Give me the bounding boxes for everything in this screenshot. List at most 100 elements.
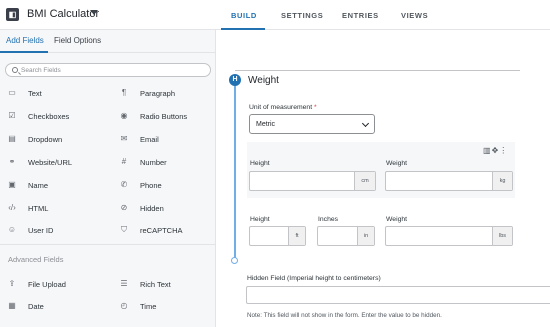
hidden-field[interactable]: [246, 286, 550, 307]
clock-icon: ◴: [120, 301, 128, 310]
field-sidebar: Add Fields Field Options ▭ Text ¶ Paragr…: [0, 30, 216, 327]
field-item-checkboxes[interactable]: ☑ Checkboxes: [7, 110, 102, 124]
field-item-html[interactable]: ‹/› HTML: [7, 202, 102, 216]
field-item-label: Time: [140, 302, 157, 311]
field-item-rich-text[interactable]: ☰ Rich Text: [119, 278, 214, 292]
paragraph-icon: ¶: [121, 88, 127, 97]
field-item-label: Checkboxes: [28, 112, 70, 121]
field-item-user-id[interactable]: ☺ User ID: [7, 224, 102, 238]
field-item-number[interactable]: # Number: [119, 156, 214, 170]
phone-icon: ✆: [120, 180, 128, 189]
tab-views[interactable]: VIEWS: [401, 11, 428, 20]
tab-build[interactable]: BUILD: [231, 11, 257, 20]
field-item-paragraph[interactable]: ¶ Paragraph: [119, 87, 214, 101]
field-item-email[interactable]: ✉ Email: [119, 133, 214, 147]
metric-height-field[interactable]: cm: [249, 171, 376, 191]
hidden-field-label: Hidden Field (Imperial height to centime…: [247, 275, 381, 282]
upload-icon: ⇪: [8, 279, 16, 288]
field-item-label: reCAPTCHA: [140, 226, 183, 235]
field-item-label: Paragraph: [140, 89, 176, 98]
tab-field-options[interactable]: Field Options: [54, 36, 101, 45]
imperial-height-label: Height: [250, 216, 270, 223]
tab-add-fields[interactable]: Add Fields: [6, 36, 44, 45]
unit-suffix: cm: [354, 172, 375, 190]
field-item-date[interactable]: ▦ Date: [7, 300, 102, 314]
imperial-weight-field[interactable]: lbs: [385, 226, 513, 246]
field-item-label: User ID: [28, 226, 54, 235]
metric-weight-label: Weight: [386, 160, 408, 167]
hidden-icon: ⊘: [120, 203, 128, 212]
app-logo-icon[interactable]: ◧: [6, 8, 19, 21]
metric-weight-input[interactable]: [386, 172, 492, 190]
field-item-hidden[interactable]: ⊘ Hidden: [119, 202, 214, 216]
hidden-field-input[interactable]: [247, 290, 550, 307]
imperial-height-input[interactable]: [250, 227, 288, 245]
tab-settings[interactable]: SETTINGS: [281, 11, 323, 20]
imperial-inches-label: Inches: [318, 216, 339, 223]
unit-suffix: kg: [492, 172, 512, 190]
imperial-inches-field[interactable]: in: [317, 226, 375, 246]
imperial-height-field[interactable]: ft: [249, 226, 306, 246]
field-item-website-url[interactable]: ⚭ Website/URL: [7, 156, 102, 170]
divider: [0, 244, 216, 245]
field-item-phone[interactable]: ✆ Phone: [119, 179, 214, 193]
number-icon: #: [121, 157, 127, 166]
section-title[interactable]: Weight: [248, 75, 279, 86]
field-item-label: Website/URL: [28, 158, 73, 167]
user-icon: ☺: [7, 225, 17, 234]
row-tools[interactable]: ▥✥⋮: [483, 146, 508, 155]
rich-text-icon: ☰: [120, 279, 128, 288]
field-item-name[interactable]: ▣ Name: [7, 179, 102, 193]
dropdown-icon: ▤: [8, 134, 16, 143]
imperial-weight-input[interactable]: [386, 227, 492, 245]
shield-icon: ⛉: [121, 225, 127, 234]
section-timeline: [234, 86, 236, 260]
metric-height-input[interactable]: [250, 172, 354, 190]
unit-label: Unit of measurement *: [249, 104, 317, 111]
chevron-down-icon[interactable]: [90, 10, 98, 15]
more-icon[interactable]: ⋮: [499, 146, 508, 155]
field-item-time[interactable]: ◴ Time: [119, 300, 214, 314]
field-item-label: Dropdown: [28, 135, 63, 144]
unit-suffix: ft: [288, 227, 305, 245]
imperial-inches-input[interactable]: [318, 227, 357, 245]
top-bar: ◧ BMI Calculator BUILD SETTINGS ENTRIES …: [0, 0, 550, 30]
form-title[interactable]: BMI Calculator: [27, 8, 99, 20]
field-item-label: Email: [140, 135, 159, 144]
name-icon: ▣: [8, 180, 16, 189]
field-item-radio-buttons[interactable]: ◉ Radio Buttons: [119, 110, 214, 124]
field-item-file-upload[interactable]: ⇪ File Upload: [7, 278, 102, 292]
search-input[interactable]: [21, 66, 201, 75]
link-icon: ⚭: [8, 157, 16, 166]
unit-select[interactable]: Metric: [249, 114, 375, 134]
field-item-label: Radio Buttons: [140, 112, 188, 121]
field-item-label: Name: [28, 181, 49, 190]
hidden-field-note: Note: This field will not show in the fo…: [247, 312, 442, 319]
field-item-label: Number: [140, 158, 167, 167]
tab-entries[interactable]: ENTRIES: [342, 11, 379, 20]
imperial-weight-label: Weight: [386, 216, 408, 223]
field-item-label: HTML: [28, 204, 49, 213]
active-side-tab-indicator: [0, 51, 48, 53]
field-item-dropdown[interactable]: ▤ Dropdown: [7, 133, 102, 147]
calendar-icon: ▦: [8, 301, 16, 310]
radio-icon: ◉: [120, 111, 128, 120]
section-end-handle[interactable]: [231, 257, 238, 264]
field-search[interactable]: [5, 63, 211, 77]
field-item-label: Text: [28, 89, 42, 98]
advanced-fields-heading: Advanced Fields: [8, 255, 64, 264]
form-canvas: H Weight Unit of measurement * Metric ▥✥…: [217, 30, 550, 327]
unit-suffix: in: [357, 227, 374, 245]
divider: [235, 70, 520, 71]
field-item-label: Phone: [140, 181, 162, 190]
code-icon: ‹/›: [8, 203, 16, 212]
field-item-recaptcha[interactable]: ⛉ reCAPTCHA: [119, 224, 214, 238]
columns-icon[interactable]: ▥: [483, 146, 492, 155]
field-item-label: Date: [28, 302, 44, 311]
unit-suffix: lbs: [492, 227, 512, 245]
field-item-text[interactable]: ▭ Text: [7, 87, 102, 101]
heading-badge-icon[interactable]: H: [229, 74, 241, 86]
metric-weight-field[interactable]: kg: [385, 171, 513, 191]
field-item-label: Rich Text: [140, 280, 171, 289]
field-item-label: Hidden: [140, 204, 164, 213]
